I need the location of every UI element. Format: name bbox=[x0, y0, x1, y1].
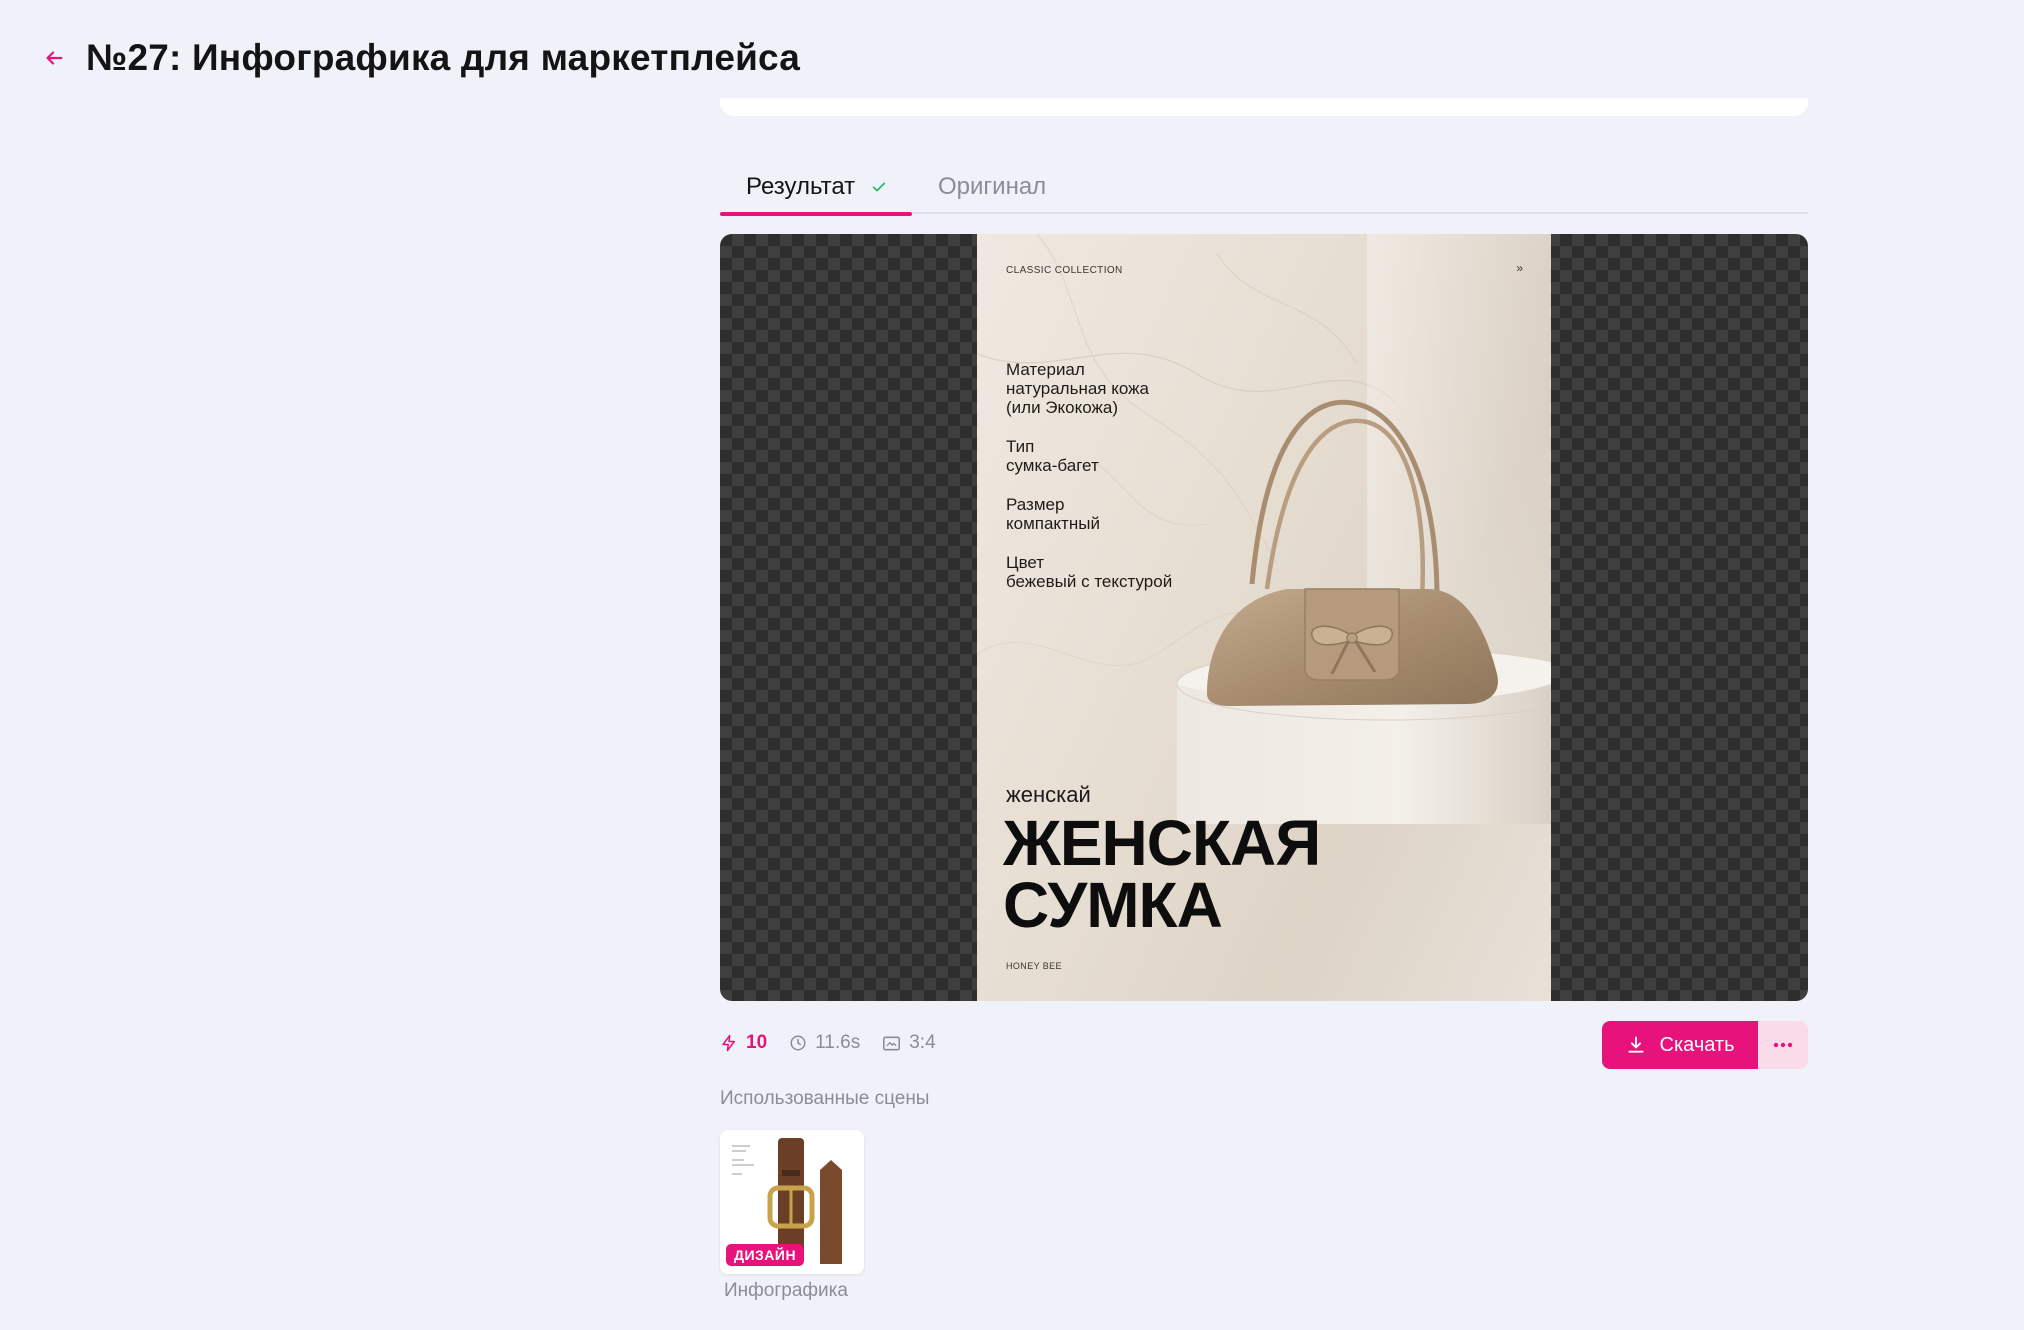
download-icon bbox=[1627, 1036, 1644, 1053]
collapsed-panel-edge bbox=[720, 98, 1808, 116]
generated-infographic: CLASSIC COLLECTION » Материал натуральна… bbox=[977, 234, 1551, 1001]
scene-caption: Инфографика bbox=[724, 1280, 848, 1301]
download-button[interactable]: Скачать bbox=[1602, 1021, 1758, 1069]
tab-original-label: Оригинал bbox=[938, 173, 1047, 200]
page-title: №27: Инфографика для маркетплейса bbox=[86, 37, 801, 78]
spec-value: сумка-багет bbox=[1006, 456, 1099, 475]
aspect-ratio: 3:4 bbox=[882, 1032, 936, 1054]
spec-name: Цвет bbox=[1006, 553, 1045, 572]
check-icon bbox=[871, 179, 887, 195]
aspect-ratio-icon bbox=[883, 1036, 901, 1050]
spec-name: Тип bbox=[1006, 437, 1035, 456]
back-button[interactable] bbox=[36, 40, 72, 76]
credits-used: 10 bbox=[720, 1032, 767, 1054]
spec-material: Материал натуральная кожа (или Экокожа) bbox=[1006, 360, 1149, 417]
arrow-left-icon bbox=[46, 51, 63, 65]
spec-value: компактный bbox=[1006, 514, 1100, 533]
more-options-button[interactable] bbox=[1758, 1021, 1808, 1069]
credits-value: 10 bbox=[746, 1032, 768, 1053]
spec-value: натуральная кожа bbox=[1006, 379, 1149, 398]
spec-name: Размер bbox=[1006, 495, 1065, 514]
scene-card[interactable]: ДИЗАЙН bbox=[720, 1130, 864, 1274]
time-value: 11.6s bbox=[815, 1032, 861, 1053]
infographic-subtitle: женскай bbox=[1006, 782, 1091, 807]
brand-label: HONEY BEE bbox=[1006, 961, 1062, 971]
download-label: Скачать bbox=[1659, 1033, 1735, 1056]
spec-value: бежевый с текстурой bbox=[1006, 572, 1173, 591]
scene-badge: ДИЗАЙН bbox=[726, 1244, 805, 1266]
corner-mark: » bbox=[1516, 261, 1523, 275]
title-line: СУМКА bbox=[1003, 869, 1223, 941]
title-line: ЖЕНСКАЯ bbox=[1003, 807, 1321, 879]
spec-color: Цвет бежевый с текстурой bbox=[1006, 553, 1172, 591]
generation-time: 11.6s bbox=[789, 1032, 860, 1054]
used-scenes-label: Использованные сцены bbox=[720, 1088, 930, 1109]
generation-meta: 10 11.6s 3:4 bbox=[720, 1030, 958, 1056]
more-dots-icon bbox=[1773, 1042, 1793, 1048]
collection-label: CLASSIC COLLECTION bbox=[1006, 265, 1123, 276]
lightning-icon bbox=[722, 1034, 735, 1052]
clock-icon bbox=[790, 1035, 806, 1051]
tab-result[interactable]: Результат bbox=[720, 160, 912, 216]
spec-value: (или Экокожа) bbox=[1006, 398, 1118, 417]
result-tabs: Результат Оригинал bbox=[720, 160, 1808, 216]
tab-original[interactable]: Оригинал bbox=[912, 160, 1072, 214]
result-image-viewer[interactable]: CLASSIC COLLECTION » Материал натуральна… bbox=[720, 234, 1808, 1001]
page-header: №27: Инфографика для маркетплейса bbox=[36, 34, 800, 82]
spec-type: Тип сумка-багет bbox=[1006, 437, 1099, 475]
spec-size: Размер компактный bbox=[1006, 495, 1100, 533]
ratio-value: 3:4 bbox=[909, 1032, 936, 1053]
infographic-title: ЖЕНСКАЯ СУМКА bbox=[1003, 807, 1321, 941]
handbag-photo bbox=[1176, 399, 1551, 824]
spec-name: Материал bbox=[1006, 360, 1085, 379]
tab-result-label: Результат bbox=[746, 173, 856, 200]
